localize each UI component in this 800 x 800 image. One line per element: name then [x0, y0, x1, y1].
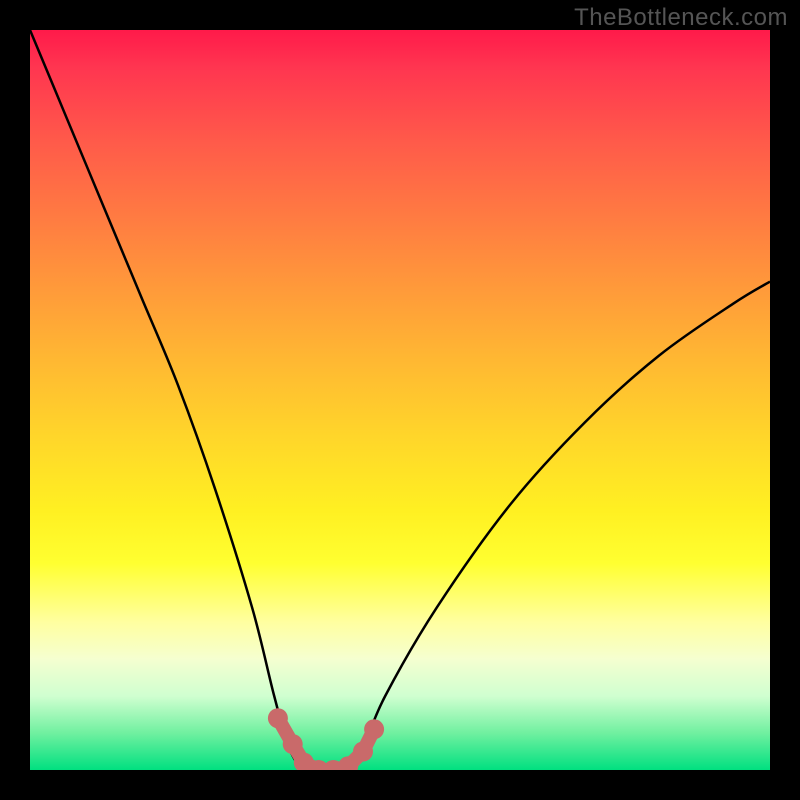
bottleneck-curve	[30, 30, 770, 770]
marker-dot	[268, 708, 288, 728]
attribution-text: TheBottleneck.com	[574, 4, 788, 32]
marker-dot	[364, 719, 384, 739]
chart-svg	[30, 30, 770, 770]
curve-markers	[268, 708, 384, 770]
chart-plot-area	[30, 30, 770, 770]
marker-dot	[283, 734, 303, 754]
marker-dot	[353, 742, 373, 762]
